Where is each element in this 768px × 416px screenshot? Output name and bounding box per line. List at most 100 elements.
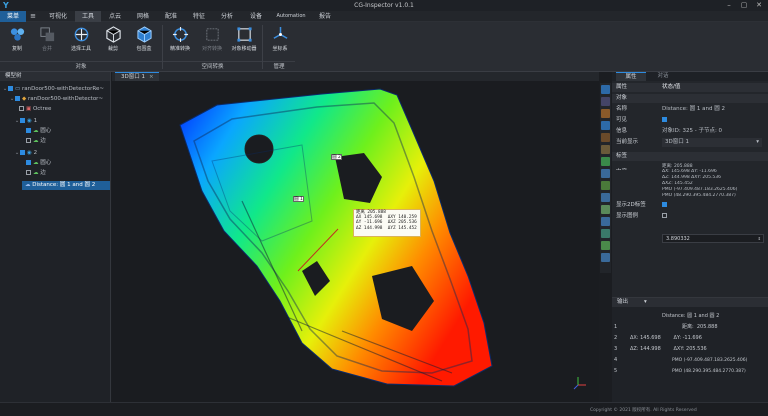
tree-item-center-1[interactable]: ☁ 圆心 bbox=[0, 127, 111, 136]
tree-item-octree[interactable]: ▣ Octree bbox=[0, 105, 111, 114]
minimize-icon[interactable]: – bbox=[722, 0, 736, 11]
output-title: 输出 ▾ bbox=[612, 298, 768, 307]
view-icon[interactable] bbox=[601, 193, 610, 202]
visibility-checkbox[interactable] bbox=[26, 138, 31, 143]
visibility-checkbox[interactable] bbox=[26, 128, 31, 133]
settings-icon[interactable] bbox=[601, 253, 610, 262]
menu-main[interactable]: 菜单 bbox=[0, 11, 26, 22]
tab-3d-window-1[interactable]: 3D窗口 1 × bbox=[115, 72, 159, 81]
visibility-checkbox[interactable] bbox=[26, 160, 31, 165]
menu-registration[interactable]: 配准 bbox=[158, 11, 184, 22]
visibility-checkbox[interactable] bbox=[26, 170, 31, 175]
status-bar: Copyright © 2021 版权所有. All Rights Reserv… bbox=[0, 402, 768, 416]
tree-item-edge-2[interactable]: ☁ 边 bbox=[0, 169, 111, 178]
tab-properties[interactable]: 属性 bbox=[616, 72, 646, 81]
visibility-checkbox[interactable] bbox=[19, 106, 24, 111]
align-transform-button[interactable]: 对齐转换 bbox=[198, 24, 226, 58]
label-circle-2[interactable]: 圆 2 bbox=[331, 154, 342, 160]
prop-name: 名称 Distance: 圆 1 and 圆 2 bbox=[616, 106, 725, 112]
copyright-text: Copyright © 2021 版权所有. All Rights Reserv… bbox=[590, 408, 697, 413]
tree-item-root[interactable]: ⌄ ▭ ranDoor500-withDetectorRe~ bbox=[0, 85, 111, 94]
select-icon[interactable] bbox=[601, 97, 610, 106]
output-line: PMO (48.290.395.484.2770.387) bbox=[672, 369, 746, 374]
material-icon[interactable] bbox=[601, 145, 610, 154]
display-select[interactable]: 3D窗口 1 ▾ bbox=[662, 138, 762, 147]
section-object: 对象 bbox=[612, 94, 768, 103]
tree-item-edge-1[interactable]: ☁ 边 bbox=[0, 137, 111, 146]
pointer-icon[interactable] bbox=[601, 121, 610, 130]
close-icon[interactable]: ✕ bbox=[752, 0, 766, 11]
visibility-checkbox[interactable] bbox=[20, 150, 25, 155]
spin-arrows-icon[interactable]: ⇕ bbox=[758, 235, 761, 243]
texture-icon[interactable] bbox=[601, 133, 610, 142]
table-icon[interactable] bbox=[601, 241, 610, 250]
merge-button[interactable]: 合并 bbox=[33, 24, 61, 58]
output-line-number: 4 bbox=[614, 357, 618, 363]
tree-item-circle-2[interactable]: ⌄ ◉ 2 bbox=[0, 149, 111, 158]
maximize-icon[interactable]: ▢ bbox=[737, 0, 751, 11]
prop-show-2d-label: 显示2D标签 bbox=[612, 201, 768, 210]
properties-header: 属性 状态/值 bbox=[612, 83, 768, 92]
menu-tools[interactable]: 工具 bbox=[75, 11, 101, 22]
visible-checkbox[interactable] bbox=[662, 117, 667, 122]
output-line: ΔZ: 144.998 ΔXY: 205.536 bbox=[630, 346, 707, 352]
distance-measure-label[interactable]: 距离 205.888 ΔX 145.698 ΔXY 140.259 ΔY -11… bbox=[353, 209, 421, 237]
folder-icon: ▭ bbox=[15, 86, 22, 92]
tree-item-distance[interactable]: ☁ Distance: 圆 1 and 圆 2 bbox=[22, 181, 110, 190]
object-mover-icon bbox=[236, 27, 252, 42]
menu-pointcloud[interactable]: 点云 bbox=[102, 11, 128, 22]
label-circle-1[interactable]: 圆 1 bbox=[293, 196, 304, 202]
menu-analysis[interactable]: 分析 bbox=[214, 11, 240, 22]
tree-item-mesh[interactable]: ⌄ ◆ ranDoor500-withDetector~ bbox=[0, 95, 111, 104]
tree-item-center-2[interactable]: ☁ 圆心 bbox=[0, 159, 111, 168]
menu-feature[interactable]: 特征 bbox=[186, 11, 212, 22]
menu-visualize[interactable]: 可视化 bbox=[42, 11, 74, 22]
menu-report[interactable]: 报告 bbox=[312, 11, 338, 22]
output-line: ΔX: 145.698 ΔY: -11.696 bbox=[630, 335, 702, 341]
menu-bar: 菜单 ≡ 可视化 工具 点云 网格 配准 特征 分析 设备 Automation… bbox=[0, 11, 768, 22]
edit-icon[interactable] bbox=[601, 169, 610, 178]
object-mover-button[interactable]: 对象移动器 bbox=[230, 24, 258, 58]
filter-icon[interactable] bbox=[601, 205, 610, 214]
door-mesh-render bbox=[179, 88, 586, 390]
select-tool-button[interactable]: 选择工具 bbox=[67, 24, 95, 58]
show-2d-label-checkbox[interactable] bbox=[662, 202, 667, 207]
list-icon[interactable] bbox=[601, 217, 610, 226]
close-tab-icon[interactable]: × bbox=[149, 74, 154, 80]
menu-device[interactable]: 设备 bbox=[243, 11, 269, 22]
value-spinbox[interactable]: 3.890332 ⇕ bbox=[662, 234, 764, 243]
plane-icon[interactable] bbox=[601, 181, 610, 190]
crop-button[interactable]: 裁剪 bbox=[99, 24, 127, 58]
tree-item-circle-1[interactable]: ⌄ ◉ 1 bbox=[0, 117, 111, 126]
ribbon-group-object: 对象 bbox=[0, 61, 162, 70]
output-line-number: 3 bbox=[614, 346, 618, 352]
tab-dialog[interactable]: 对话 bbox=[648, 72, 678, 81]
dropdown-icon[interactable]: ▾ bbox=[644, 299, 647, 305]
visibility-checkbox[interactable] bbox=[20, 118, 25, 123]
layer-icon[interactable] bbox=[601, 109, 610, 118]
menu-mesh[interactable]: 网格 bbox=[130, 11, 156, 22]
door-hole bbox=[244, 134, 274, 164]
visibility-checkbox[interactable] bbox=[15, 96, 20, 101]
visibility-checkbox[interactable] bbox=[8, 86, 13, 91]
prop-content-line: PMO (48.290.395.484.2770.387) bbox=[662, 193, 736, 198]
show-legend-checkbox[interactable] bbox=[662, 213, 667, 218]
menu-automation[interactable]: Automation bbox=[271, 11, 311, 22]
precise-transform-icon bbox=[172, 26, 188, 43]
coordinate-system-icon bbox=[273, 26, 287, 39]
copy-button[interactable]: 复制 bbox=[3, 24, 31, 58]
bounding-box-button[interactable]: 包围盒 bbox=[130, 24, 158, 58]
search-icon[interactable] bbox=[601, 85, 610, 94]
output-line: 距离: 205.888 bbox=[682, 324, 718, 330]
hamburger-icon[interactable]: ≡ bbox=[26, 11, 40, 22]
coordinate-system-button[interactable]: 坐标系 bbox=[266, 24, 294, 58]
model-tree-panel: 模型树 ⌄ ▭ ranDoor500-withDetectorRe~ ⌄ ◆ ran… bbox=[0, 72, 111, 402]
ribbon-group-manage: 管理 bbox=[263, 61, 295, 70]
output-line-number: 1 bbox=[614, 324, 618, 330]
axis-triad bbox=[573, 377, 586, 390]
export-icon[interactable] bbox=[601, 229, 610, 238]
octree-icon: ▣ bbox=[26, 106, 33, 112]
3d-viewport[interactable]: 3D窗口 1 × 圆 2 圆 1 距离 205.888 ΔX 145.698 Δ… bbox=[112, 72, 599, 402]
grid-icon[interactable] bbox=[601, 157, 610, 166]
precise-transform-button[interactable]: 精准转换 bbox=[166, 24, 194, 58]
